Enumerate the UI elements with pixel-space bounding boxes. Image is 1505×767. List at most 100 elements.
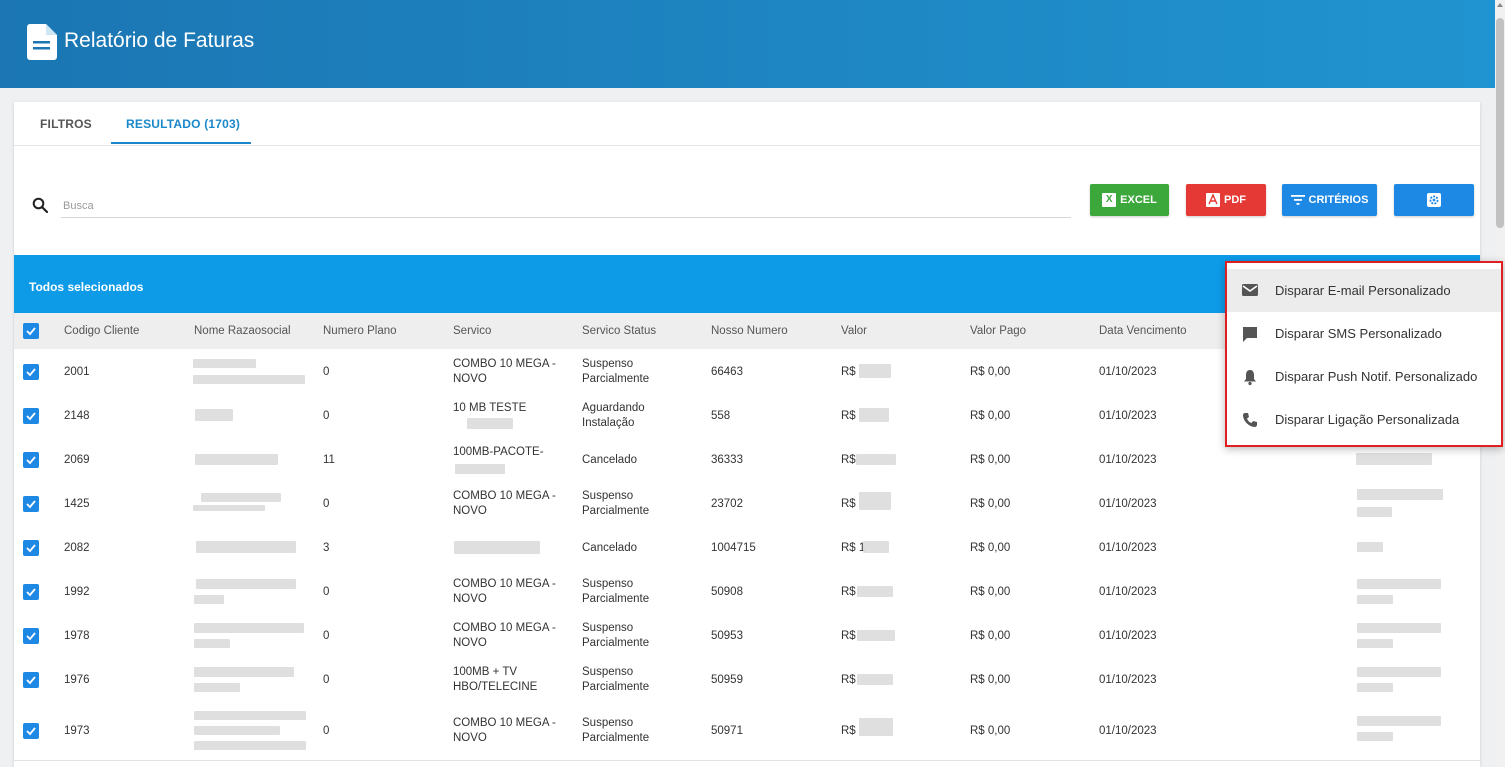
cell-valor: R$ 1 <box>841 542 866 554</box>
cell-status: Suspenso Parcialmente <box>582 489 649 519</box>
row-checkbox[interactable] <box>23 584 39 600</box>
scroll-up-arrow-icon[interactable] <box>1497 3 1503 7</box>
menu-item-label: Disparar SMS Personalizado <box>1275 326 1442 341</box>
redacted-nome <box>193 359 256 368</box>
redacted-nome <box>194 726 280 735</box>
redacted-servico <box>455 464 505 474</box>
column-header-valor[interactable]: Valor <box>841 325 867 337</box>
email-icon <box>1242 284 1258 296</box>
status-line: Suspenso <box>582 490 634 502</box>
cell-plano: 0 <box>323 725 330 737</box>
search-input[interactable] <box>61 195 1071 218</box>
cell-plano: 0 <box>323 630 330 642</box>
cell-valor-pago: R$ 0,00 <box>970 366 1011 378</box>
row-checkbox[interactable] <box>23 628 39 644</box>
status-line: Suspenso <box>582 578 634 590</box>
page-title: Relatório de Faturas <box>64 29 255 52</box>
status-line: Parcialmente <box>582 732 650 744</box>
cell-servico: 100MB + TV HBO/TELECINE <box>453 665 537 695</box>
app-header: Relatório de Faturas <box>0 0 1495 88</box>
redacted-valor <box>859 718 893 736</box>
pdf-button-label: PDF <box>1224 194 1246 206</box>
cell-valor: R$ <box>841 586 856 598</box>
tab-filtros[interactable]: FILTROS <box>40 117 92 131</box>
settings-button[interactable] <box>1394 184 1474 216</box>
servico-line: COMBO 10 MEGA - <box>453 358 556 370</box>
table-row[interactable]: 1973 0 COMBO 10 MEGA - NOVO Suspenso Parci… <box>14 702 1480 761</box>
menu-item-push[interactable]: Disparar Push Notif. Personalizado <box>1227 355 1501 398</box>
redacted-nome <box>193 505 265 511</box>
redacted-valor <box>857 674 893 685</box>
redacted-nome <box>193 375 305 384</box>
servico-line: 100MB + TV <box>453 666 518 678</box>
cell-valor: R$ <box>841 366 856 378</box>
cell-status: Cancelado <box>582 542 637 554</box>
column-header-valor-pago[interactable]: Valor Pago <box>970 325 1026 337</box>
tab-resultado[interactable]: RESULTADO (1703) <box>126 117 240 131</box>
cell-plano: 0 <box>323 586 330 598</box>
cell-data-vencimento: 01/10/2023 <box>1099 454 1157 466</box>
column-header-data-vencimento[interactable]: Data Vencimento <box>1099 325 1187 337</box>
cell-servico: COMBO 10 MEGA - NOVO <box>453 489 556 519</box>
active-tab-indicator <box>111 142 251 144</box>
redacted-extra <box>1357 579 1441 589</box>
row-checkbox[interactable] <box>23 364 39 380</box>
column-header-nosso-numero[interactable]: Nosso Numero <box>711 325 788 337</box>
cell-data-vencimento: 01/10/2023 <box>1099 725 1157 737</box>
criterios-button[interactable]: CRITÉRIOS <box>1282 184 1377 216</box>
status-line: Parcialmente <box>582 505 650 517</box>
status-line: Parcialmente <box>582 681 650 693</box>
cell-codigo: 1978 <box>64 630 90 642</box>
menu-item-email[interactable]: Disparar E-mail Personalizado <box>1227 269 1501 312</box>
column-header-servico[interactable]: Servico <box>453 325 491 337</box>
status-line: Parcialmente <box>582 637 650 649</box>
cell-data-vencimento: 01/10/2023 <box>1099 586 1157 598</box>
redacted-nome <box>196 541 296 553</box>
table-row[interactable]: 1425 0 COMBO 10 MEGA - NOVO Suspenso Parci… <box>14 482 1480 527</box>
cell-status: Suspenso Parcialmente <box>582 621 649 651</box>
scrollbar-thumb[interactable] <box>1496 18 1504 228</box>
menu-item-label: Disparar Ligação Personalizada <box>1275 412 1460 427</box>
redacted-extra <box>1357 667 1441 677</box>
cell-servico: 10 MB TESTE <box>453 401 526 416</box>
row-checkbox[interactable] <box>23 723 39 739</box>
cell-nosso-numero: 23702 <box>711 498 743 510</box>
excel-button[interactable]: X EXCEL <box>1090 184 1169 216</box>
redacted-extra <box>1357 542 1383 552</box>
table-row[interactable]: 2082 3 Cancelado 1004715 R$ 1 R$ 0,00 01… <box>14 526 1480 571</box>
cell-plano: 0 <box>323 410 330 422</box>
cell-valor: R$ <box>841 630 856 642</box>
row-checkbox[interactable] <box>23 408 39 424</box>
cell-nosso-numero: 66463 <box>711 366 743 378</box>
column-header-codigo[interactable]: Codigo Cliente <box>64 325 139 337</box>
table-row[interactable]: 1992 0 COMBO 10 MEGA - NOVO Suspenso Parci… <box>14 570 1480 615</box>
document-icon <box>27 24 57 60</box>
servico-line: HBO/TELECINE <box>453 681 538 693</box>
redacted-nome <box>194 595 224 604</box>
servico-line: COMBO 10 MEGA - <box>453 490 556 502</box>
cell-valor: R$ <box>841 498 856 510</box>
status-line: Instalação <box>582 417 635 429</box>
column-header-nome[interactable]: Nome Razaosocial <box>194 325 291 337</box>
cell-plano: 0 <box>323 366 330 378</box>
pdf-button[interactable]: PDF <box>1186 184 1266 216</box>
servico-line: COMBO 10 MEGA - <box>453 622 556 634</box>
row-checkbox[interactable] <box>23 540 39 556</box>
table-row[interactable]: 1976 0 100MB + TV HBO/TELECINE Suspenso Pa… <box>14 658 1480 703</box>
selection-label: Todos selecionados <box>29 280 144 294</box>
row-checkbox[interactable] <box>23 452 39 468</box>
checkmark-icon <box>26 544 36 553</box>
table-row[interactable]: 1978 0 COMBO 10 MEGA - NOVO Suspenso Parci… <box>14 614 1480 659</box>
pdf-icon <box>1206 193 1220 207</box>
select-all-checkbox[interactable] <box>23 323 39 339</box>
cell-nosso-numero: 558 <box>711 410 731 422</box>
column-header-plano[interactable]: Numero Plano <box>323 325 397 337</box>
row-checkbox[interactable] <box>23 672 39 688</box>
row-checkbox[interactable] <box>23 496 39 512</box>
column-header-status[interactable]: Servico Status <box>582 325 656 337</box>
cell-codigo: 1992 <box>64 586 90 598</box>
cell-servico: COMBO 10 MEGA - NOVO <box>453 716 556 746</box>
servico-line: NOVO <box>453 505 487 517</box>
menu-item-sms[interactable]: Disparar SMS Personalizado <box>1227 312 1501 355</box>
menu-item-ligacao[interactable]: Disparar Ligação Personalizada <box>1227 398 1501 441</box>
